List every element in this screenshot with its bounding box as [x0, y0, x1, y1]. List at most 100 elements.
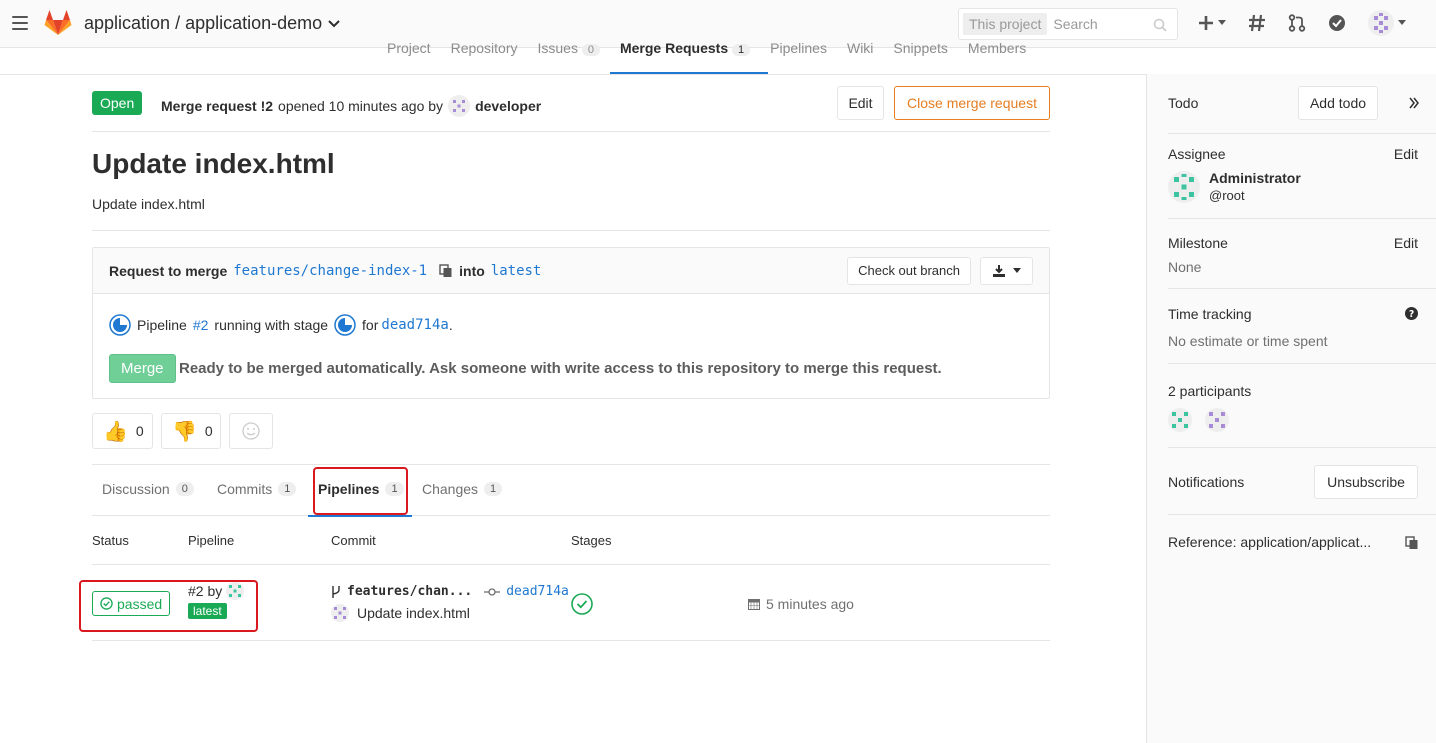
highlight-box-pipeline-row: [79, 580, 258, 632]
svg-text:?: ?: [1409, 309, 1414, 320]
stage-running-icon[interactable]: [334, 314, 356, 336]
branch-icon: [332, 585, 340, 598]
thumbsup-award-button[interactable]: 👍 0: [92, 413, 153, 449]
commit-branch-link[interactable]: features/chan...: [347, 584, 472, 599]
tab-discussion[interactable]: Discussion 0: [102, 481, 194, 497]
add-todo-button[interactable]: Add todo: [1298, 86, 1378, 120]
request-to-merge-label: Request to merge: [109, 262, 228, 279]
merge-button[interactable]: Merge: [109, 354, 176, 383]
thumbsdown-icon: 👎: [172, 420, 197, 443]
tab-count: 0: [175, 482, 194, 496]
unsubscribe-button[interactable]: Unsubscribe: [1314, 465, 1418, 499]
copy-icon[interactable]: [439, 263, 453, 278]
edit-button[interactable]: Edit: [837, 86, 884, 120]
hash-icon[interactable]: [1248, 14, 1266, 32]
milestone-label: Milestone: [1168, 235, 1228, 251]
subnav-issues-label: Issues: [537, 40, 578, 56]
close-merge-request-button[interactable]: Close merge request: [894, 86, 1050, 120]
avatar-icon[interactable]: [1168, 171, 1200, 203]
participants-label: 2 participants: [1168, 383, 1252, 399]
pipeline-prefix: Pipeline: [137, 317, 187, 333]
tab-label: Changes: [422, 481, 479, 497]
subnav-merge-requests[interactable]: Merge Requests 1: [609, 40, 769, 74]
assignee-name[interactable]: Administrator: [1209, 170, 1301, 186]
caret-down-icon: [1218, 20, 1226, 25]
commit-sha-link[interactable]: dead714a: [381, 317, 448, 333]
status-badge: Open: [92, 91, 143, 115]
merge-widget-header: Request to merge features/change-index-1…: [93, 248, 1049, 294]
thumbsup-icon: 👍: [103, 420, 128, 443]
subnav-issues[interactable]: Issues 0: [538, 40, 600, 74]
subnav-merge-requests-label: Merge Requests: [619, 40, 729, 56]
project-path: application / application-demo: [84, 13, 323, 33]
gitlab-logo-icon[interactable]: [44, 10, 72, 36]
avatar-icon[interactable]: [331, 604, 349, 622]
merge-status-text: Ready to be merged automatically. Ask so…: [179, 360, 942, 377]
chevron-down-icon: [328, 19, 340, 27]
subnav-snippets[interactable]: Snippets: [893, 40, 947, 74]
divider: [92, 131, 1050, 132]
pipeline-status-line: Pipeline #2 running with stage for dead7…: [109, 314, 453, 336]
add-award-button[interactable]: [229, 413, 273, 449]
source-branch[interactable]: features/change-index-1: [233, 263, 427, 279]
assignee-handle: @root: [1209, 188, 1245, 203]
project-title[interactable]: application / application-demo: [84, 13, 340, 34]
user-menu[interactable]: [1368, 10, 1406, 36]
commit-sha-link[interactable]: dead714a: [506, 584, 569, 599]
merge-request-icon[interactable]: [1288, 14, 1306, 32]
calendar-icon: [748, 599, 760, 610]
todo-label: Todo: [1168, 95, 1199, 111]
active-tab-indicator: [308, 515, 412, 517]
thumbsdown-award-button[interactable]: 👎 0: [161, 413, 221, 449]
subnav-divider: [0, 74, 1146, 75]
copy-icon[interactable]: [1405, 536, 1419, 550]
subnav-pipelines[interactable]: Pipelines: [770, 40, 827, 74]
commit-icon: [484, 587, 501, 596]
column-header-status: Status: [92, 533, 129, 548]
mr-author[interactable]: developer: [475, 98, 541, 114]
subnav-wiki[interactable]: Wiki: [847, 40, 873, 74]
subnav-project[interactable]: Project: [387, 40, 431, 74]
tab-changes[interactable]: Changes 1: [422, 481, 503, 497]
mr-opened: opened 10 minutes ago by: [278, 98, 444, 114]
milestone-value: None: [1168, 259, 1202, 275]
pipeline-link[interactable]: #2: [193, 317, 209, 333]
mr-description: Update index.html: [92, 196, 205, 212]
sidebar-divider: [1168, 288, 1436, 289]
subnav-members[interactable]: Members: [968, 40, 1026, 74]
search-icon: [1153, 18, 1167, 32]
tab-commits[interactable]: Commits 1: [217, 481, 297, 497]
sidebar-divider: [1168, 514, 1436, 515]
search-scope: This project: [963, 13, 1048, 35]
notifications-label: Notifications: [1168, 474, 1245, 490]
header-actions: [1198, 10, 1406, 36]
search-box[interactable]: This project Search: [958, 8, 1178, 40]
stage-passed-icon[interactable]: [571, 593, 593, 615]
avatar-icon[interactable]: [1205, 408, 1229, 432]
highlight-box-pipelines-tab: [313, 467, 408, 515]
collapse-sidebar-icon[interactable]: [1409, 97, 1419, 109]
mr-tabs: Discussion 0 Commits 1 Pipelines 1 Changes 1: [92, 464, 1050, 517]
milestone-edit-link[interactable]: Edit: [1394, 235, 1418, 251]
assignee-label: Assignee: [1168, 146, 1226, 162]
pipeline-for-text: for: [362, 317, 379, 333]
download-dropdown[interactable]: [980, 257, 1033, 285]
time-tracking-label: Time tracking: [1168, 306, 1252, 322]
tab-count: 1: [484, 482, 503, 496]
avatar-icon[interactable]: [1168, 408, 1192, 432]
smiley-icon: [242, 422, 260, 440]
pipeline-running-icon[interactable]: [109, 314, 131, 336]
avatar-icon[interactable]: [448, 95, 471, 117]
target-branch[interactable]: latest: [491, 263, 542, 279]
new-dropdown[interactable]: [1198, 15, 1226, 31]
commit-message-link[interactable]: Update index.html: [357, 605, 470, 621]
check-out-branch-button[interactable]: Check out branch: [847, 257, 971, 285]
todo-check-icon[interactable]: [1328, 14, 1346, 32]
menu-icon[interactable]: [12, 16, 28, 30]
help-icon[interactable]: ?: [1405, 307, 1418, 320]
assignee-edit-link[interactable]: Edit: [1394, 146, 1418, 162]
thumbsup-count: 0: [135, 423, 144, 439]
sidebar-divider: [1168, 218, 1436, 219]
subnav-repository[interactable]: Repository: [451, 40, 518, 74]
caret-down-icon: [1012, 268, 1021, 273]
